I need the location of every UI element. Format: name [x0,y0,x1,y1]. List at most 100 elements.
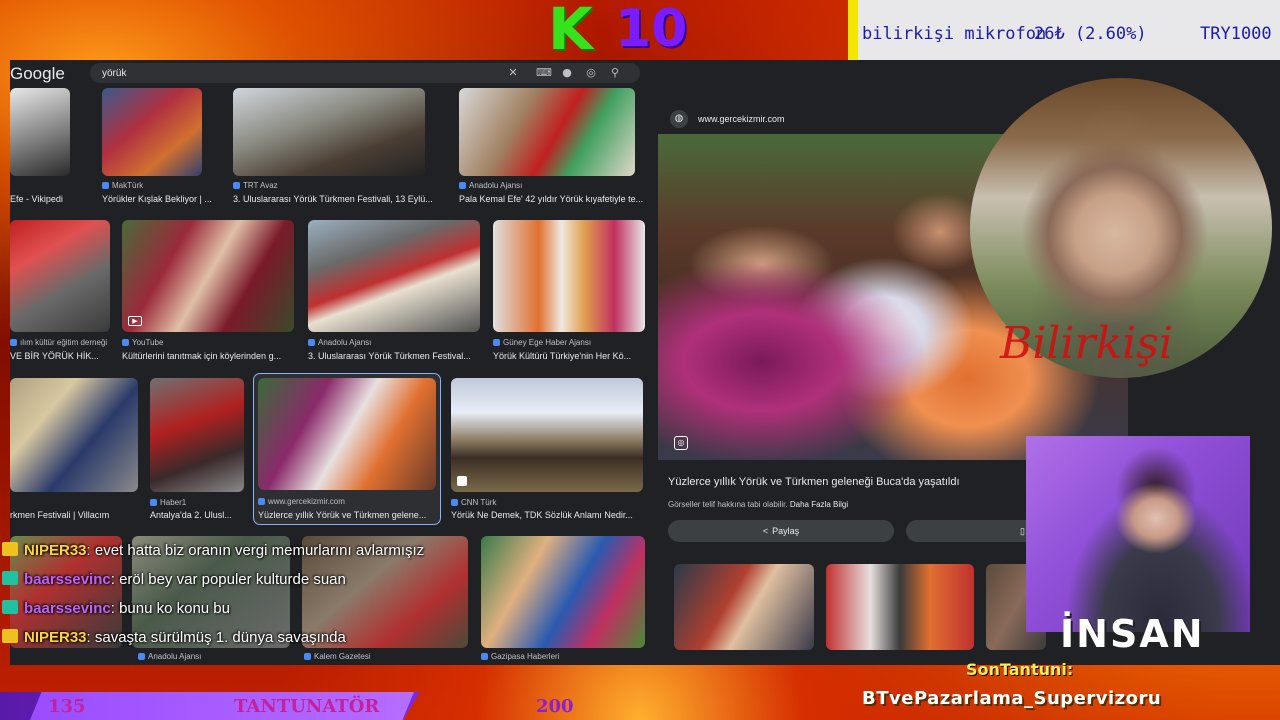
more-info-link[interactable]: Daha Fazla Bilgi [790,500,848,509]
lens-icon[interactable]: ◎ [584,66,598,80]
share-icon: < [762,526,769,536]
result-source: CNN Türk [451,498,643,507]
result-title[interactable]: Antalya'da 2. Ulusl... [150,510,244,520]
result-source: TRT Avaz [233,181,425,190]
result-title[interactable]: Efe - Vikipedi [10,194,70,204]
preview-site-url[interactable]: www.gercekizmir.com [698,114,785,124]
progress-label: TANTUNATÖR [234,696,380,717]
chat-text: : savaşta sürülmüş 1. dünya savaşında [86,629,346,646]
result-thumbnail[interactable]: ▶ [122,220,294,332]
k10-logo: K 10 [548,0,708,58]
search-icon[interactable]: ⚲ [608,66,622,80]
result-source: Anadolu Ajansı [459,181,635,190]
chat-user: baarssevinc [24,571,111,588]
crown-icon [2,542,18,556]
crown-icon [2,629,18,643]
result-title[interactable]: 3. Uluslararası Yörük Türkmen Festival..… [308,351,480,361]
result-thumbnail[interactable] [459,88,635,176]
mic-icon[interactable]: ● [560,66,574,80]
sub-badge-icon [2,600,18,614]
clear-icon[interactable]: ✕ [506,66,520,80]
result-source: Anadolu Ajansı [308,338,480,347]
chat-user: baarssevinc [24,600,111,617]
webcam-streamer [1026,436,1250,632]
result-title[interactable]: Yörük Ne Demek, TDK Sözlük Anlamı Nedir.… [451,510,643,520]
result-thumbnail[interactable] [481,536,645,648]
result-thumbnail[interactable] [150,378,244,492]
result-thumbnail[interactable] [10,88,70,176]
image-result[interactable]: Efe - Vikipedi [10,88,70,206]
search-box[interactable]: ✕ ⌨ ● ◎ ⚲ [90,63,640,83]
result-title[interactable]: Kültürlerini tanıtmak için köylerinden g… [122,351,294,361]
result-thumbnail[interactable] [233,88,425,176]
image-result[interactable]: Güney Ege Haber Ajansı Yörük Kültürü Tür… [493,220,645,361]
image-result-selected[interactable]: www.gercekizmir.com Yüzlerce yıllık Yörü… [253,373,441,525]
related-image[interactable] [674,564,814,650]
donation-ticker: bilirkişi mikrofon 26₺ (2.60%) TRY1000 [848,0,1280,68]
chat-text: : evet hatta biz oranın vergi memurların… [86,542,425,559]
guest-label: Bilirkişi [1000,318,1173,369]
share-button[interactable]: < Paylaş [668,520,894,542]
result-thumbnail[interactable] [258,378,436,490]
image-result[interactable]: rkmen Festivali | Villacım [10,378,138,524]
image-result[interactable]: TRT Avaz 3. Uluslararası Yörük Türkmen F… [233,88,433,206]
google-logo[interactable]: Google [10,64,65,84]
progress-current: 135 [48,696,86,717]
chat-message: baarssevinc: bunu ko konu bu [2,600,230,628]
badge-icon [457,476,467,486]
chat-user: NIPER33 [24,542,87,559]
globe-icon: ◍ [670,110,688,128]
image-result[interactable]: Haber1 Antalya'da 2. Ulusl... [150,378,244,524]
result-title[interactable]: Yörük Kültürü Türkiye'nin Her Kö... [493,351,645,361]
result-title[interactable]: Yüzlerce yıllık Yörük ve Türkmen gelene.… [258,510,436,520]
last-supporter-title: SonTantuni: [966,660,1074,679]
result-source: Gazipasa Haberleri [481,652,645,661]
image-result[interactable]: Anadolu Ajansı Pala Kemal Efe' 42 yıldır… [459,88,643,206]
result-title[interactable]: VE BİR YÖRÜK HİK... [10,351,110,361]
result-thumbnail[interactable] [308,220,480,332]
bookmark-icon: ▯ [1020,525,1025,536]
logo-number: 10 [614,0,688,59]
sub-badge-icon [2,571,18,585]
chat-text: : bunu ko konu bu [110,600,230,617]
result-source: www.gercekizmir.com [258,497,436,506]
image-result[interactable]: ▶ YouTube Kültürlerini tanıtmak için köy… [122,220,294,361]
save-button[interactable]: ▯ Ka [906,520,1046,542]
image-result[interactable]: MakTürk Yörükler Kışlak Bekliyor | ... [102,88,212,206]
chat-user: NIPER33 [24,629,87,646]
search-input[interactable] [102,65,482,81]
image-result[interactable]: CNN Türk Yörük Ne Demek, TDK Sözlük Anla… [451,378,643,524]
keyboard-icon[interactable]: ⌨ [536,66,552,80]
result-thumbnail[interactable] [493,220,645,332]
logo-letter: K [548,0,593,63]
result-source: Güney Ege Haber Ajansı [493,338,645,347]
result-source: Haber1 [150,498,244,507]
result-title[interactable]: Pala Kemal Efe' 42 yıldır Yörük kıyafeti… [459,194,649,204]
result-source: YouTube [122,338,294,347]
result-source: MakTürk [102,181,202,190]
video-icon: ▶ [128,316,142,326]
chat-message: NIPER33: savaşta sürülmüş 1. dünya savaş… [2,629,346,657]
result-thumbnail[interactable] [102,88,202,176]
ticker-right: TRY1000 [1200,24,1272,44]
related-image[interactable] [826,564,974,650]
ticker-left: bilirkişi mikrofon [862,24,1047,44]
image-result[interactable]: Anadolu Ajansı 3. Uluslararası Yörük Tür… [308,220,480,361]
ticker-mid: 26₺ (2.60%) [1034,24,1147,44]
preview-copyright-note: Görseller telif hakkına tabi olabilir. D… [668,500,848,509]
image-result[interactable]: Gazipasa Haberleri [481,536,645,664]
result-thumbnail[interactable] [10,378,138,492]
preview-title[interactable]: Yüzlerce yıllık Yörük ve Türkmen geleneğ… [668,476,960,488]
result-title[interactable]: rkmen Festivali | Villacım [10,510,138,520]
result-thumbnail[interactable] [451,378,643,492]
chat-overlay: NIPER33: evet hatta biz oranın vergi mem… [0,538,480,658]
last-supporter-name: BTvePazarlama_Supervizoru [862,688,1162,709]
result-thumbnail[interactable] [10,220,110,332]
result-title[interactable]: Yörükler Kışlak Bekliyor | ... [102,194,222,204]
preview-site[interactable]: ◍ www.gercekizmir.com [670,110,785,128]
chat-message: NIPER33: evet hatta biz oranın vergi mem… [2,542,424,570]
image-result[interactable]: ılım kültür eğitim derneği VE BİR YÖRÜK … [10,220,110,361]
result-title[interactable]: 3. Uluslararası Yörük Türkmen Festivali,… [233,194,443,204]
lens-search-icon[interactable]: ◎ [674,436,688,450]
streamer-label: İNSAN [1060,612,1205,656]
